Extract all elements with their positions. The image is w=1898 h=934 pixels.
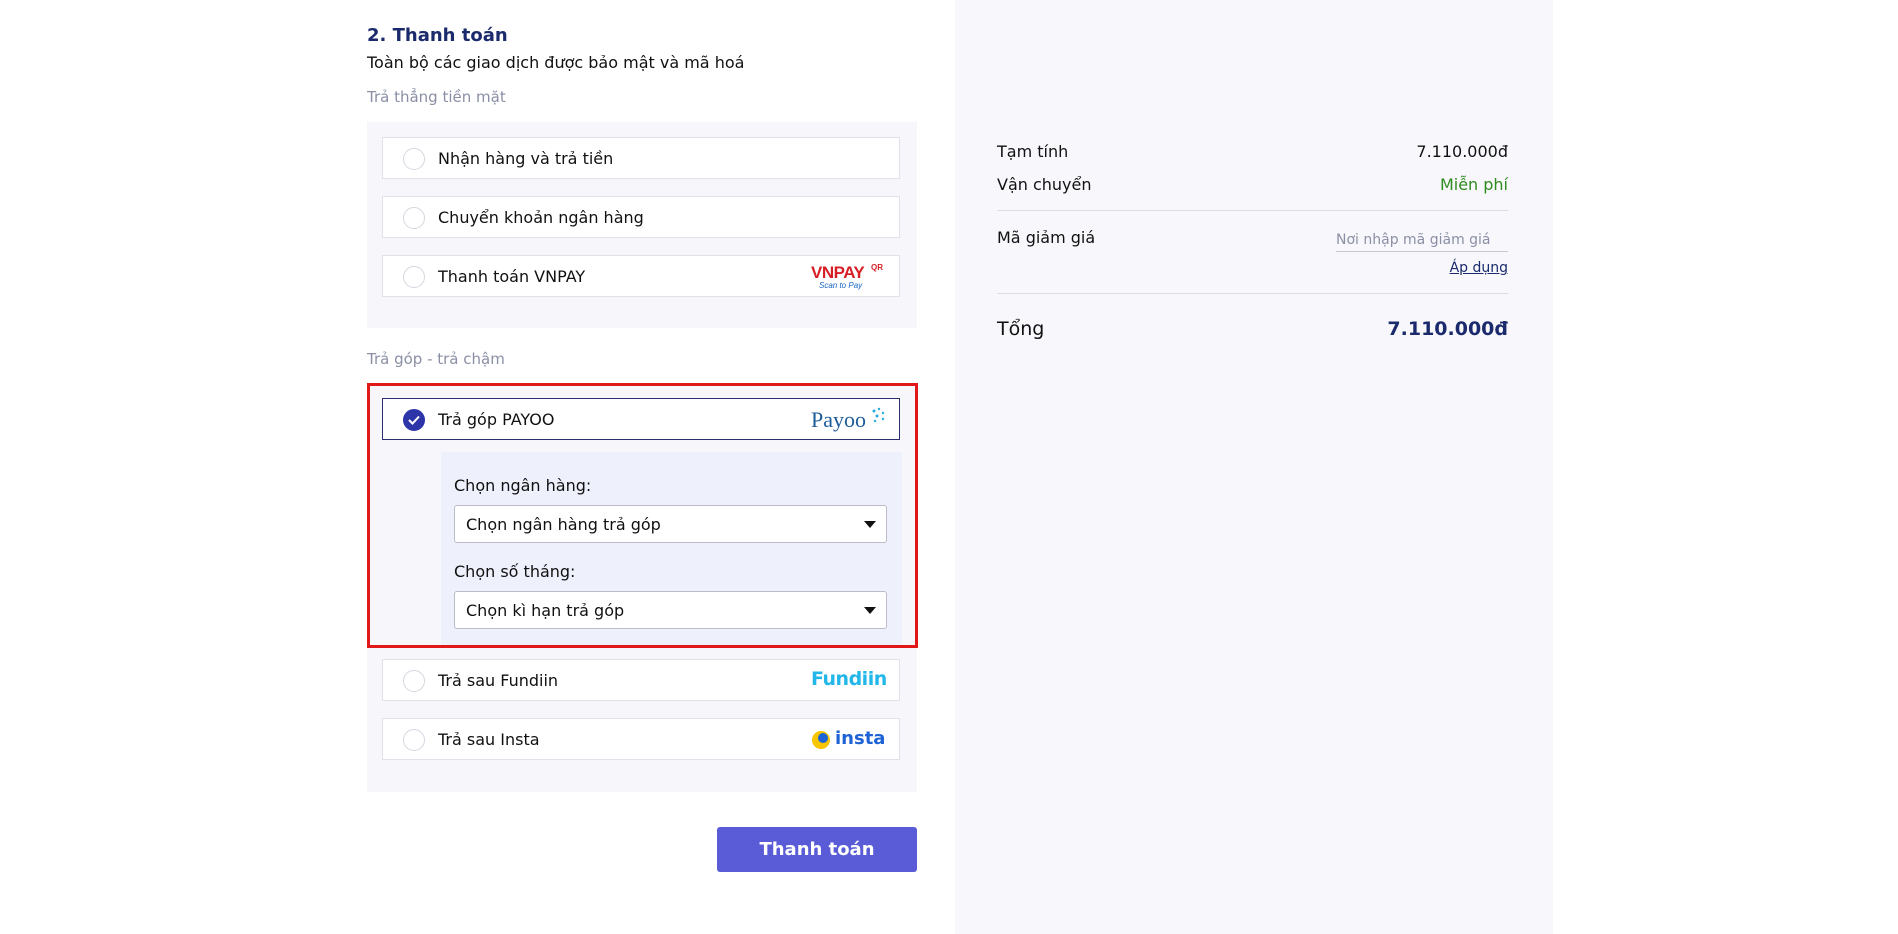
installment-group-label: Trả góp - trả chậm — [367, 350, 505, 368]
option-cod[interactable]: Nhận hàng và trả tiền — [382, 137, 900, 179]
option-label: Chuyển khoản ngân hàng — [438, 208, 644, 227]
payment-section-title: 2. Thanh toán — [367, 25, 508, 46]
option-bank-transfer[interactable]: Chuyển khoản ngân hàng — [382, 196, 900, 238]
option-insta[interactable]: Trả sau Insta insta — [382, 718, 900, 760]
option-vnpay[interactable]: Thanh toán VNPAY VNPAY QR Scan to Pay — [382, 255, 900, 297]
subtotal-value: 7.110.000đ — [1416, 142, 1508, 161]
coupon-label: Mã giảm giá — [997, 228, 1096, 247]
option-label: Nhận hàng và trả tiền — [438, 149, 614, 168]
radio-fundiin[interactable] — [403, 670, 425, 692]
shipping-value: Miễn phí — [1439, 175, 1508, 194]
option-label: Trả sau Fundiin — [438, 671, 559, 690]
divider — [997, 293, 1508, 294]
option-fundiin[interactable]: Trả sau Fundiin Fundiin — [382, 659, 900, 701]
coupon-input[interactable] — [1336, 228, 1508, 252]
radio-vnpay[interactable] — [403, 266, 425, 288]
apply-coupon-link[interactable]: Áp dụng — [1450, 260, 1508, 276]
selection-highlight-frame — [367, 383, 918, 648]
fundiin-logo: Fundiin — [811, 668, 887, 690]
order-summary-panel — [955, 0, 1553, 934]
option-label: Thanh toán VNPAY — [438, 267, 586, 286]
total-value: 7.110.000đ — [1387, 318, 1508, 340]
radio-bank-transfer[interactable] — [403, 207, 425, 229]
radio-insta[interactable] — [403, 729, 425, 751]
subtotal-label: Tạm tính — [997, 142, 1069, 161]
shipping-label: Vận chuyển — [997, 175, 1092, 194]
option-label: Trả sau Insta — [438, 730, 540, 749]
total-label: Tổng — [997, 318, 1045, 340]
security-note: Toàn bộ các giao dịch được bảo mật và mã… — [367, 53, 745, 72]
insta-logo-icon — [812, 731, 830, 749]
vnpay-logo: VNPAY QR Scan to Pay — [811, 263, 883, 290]
cash-group-label: Trả thẳng tiền mặt — [367, 88, 506, 106]
pay-button[interactable]: Thanh toán — [717, 827, 917, 872]
divider — [997, 210, 1508, 211]
insta-logo: insta — [811, 727, 885, 753]
radio-cod[interactable] — [403, 148, 425, 170]
